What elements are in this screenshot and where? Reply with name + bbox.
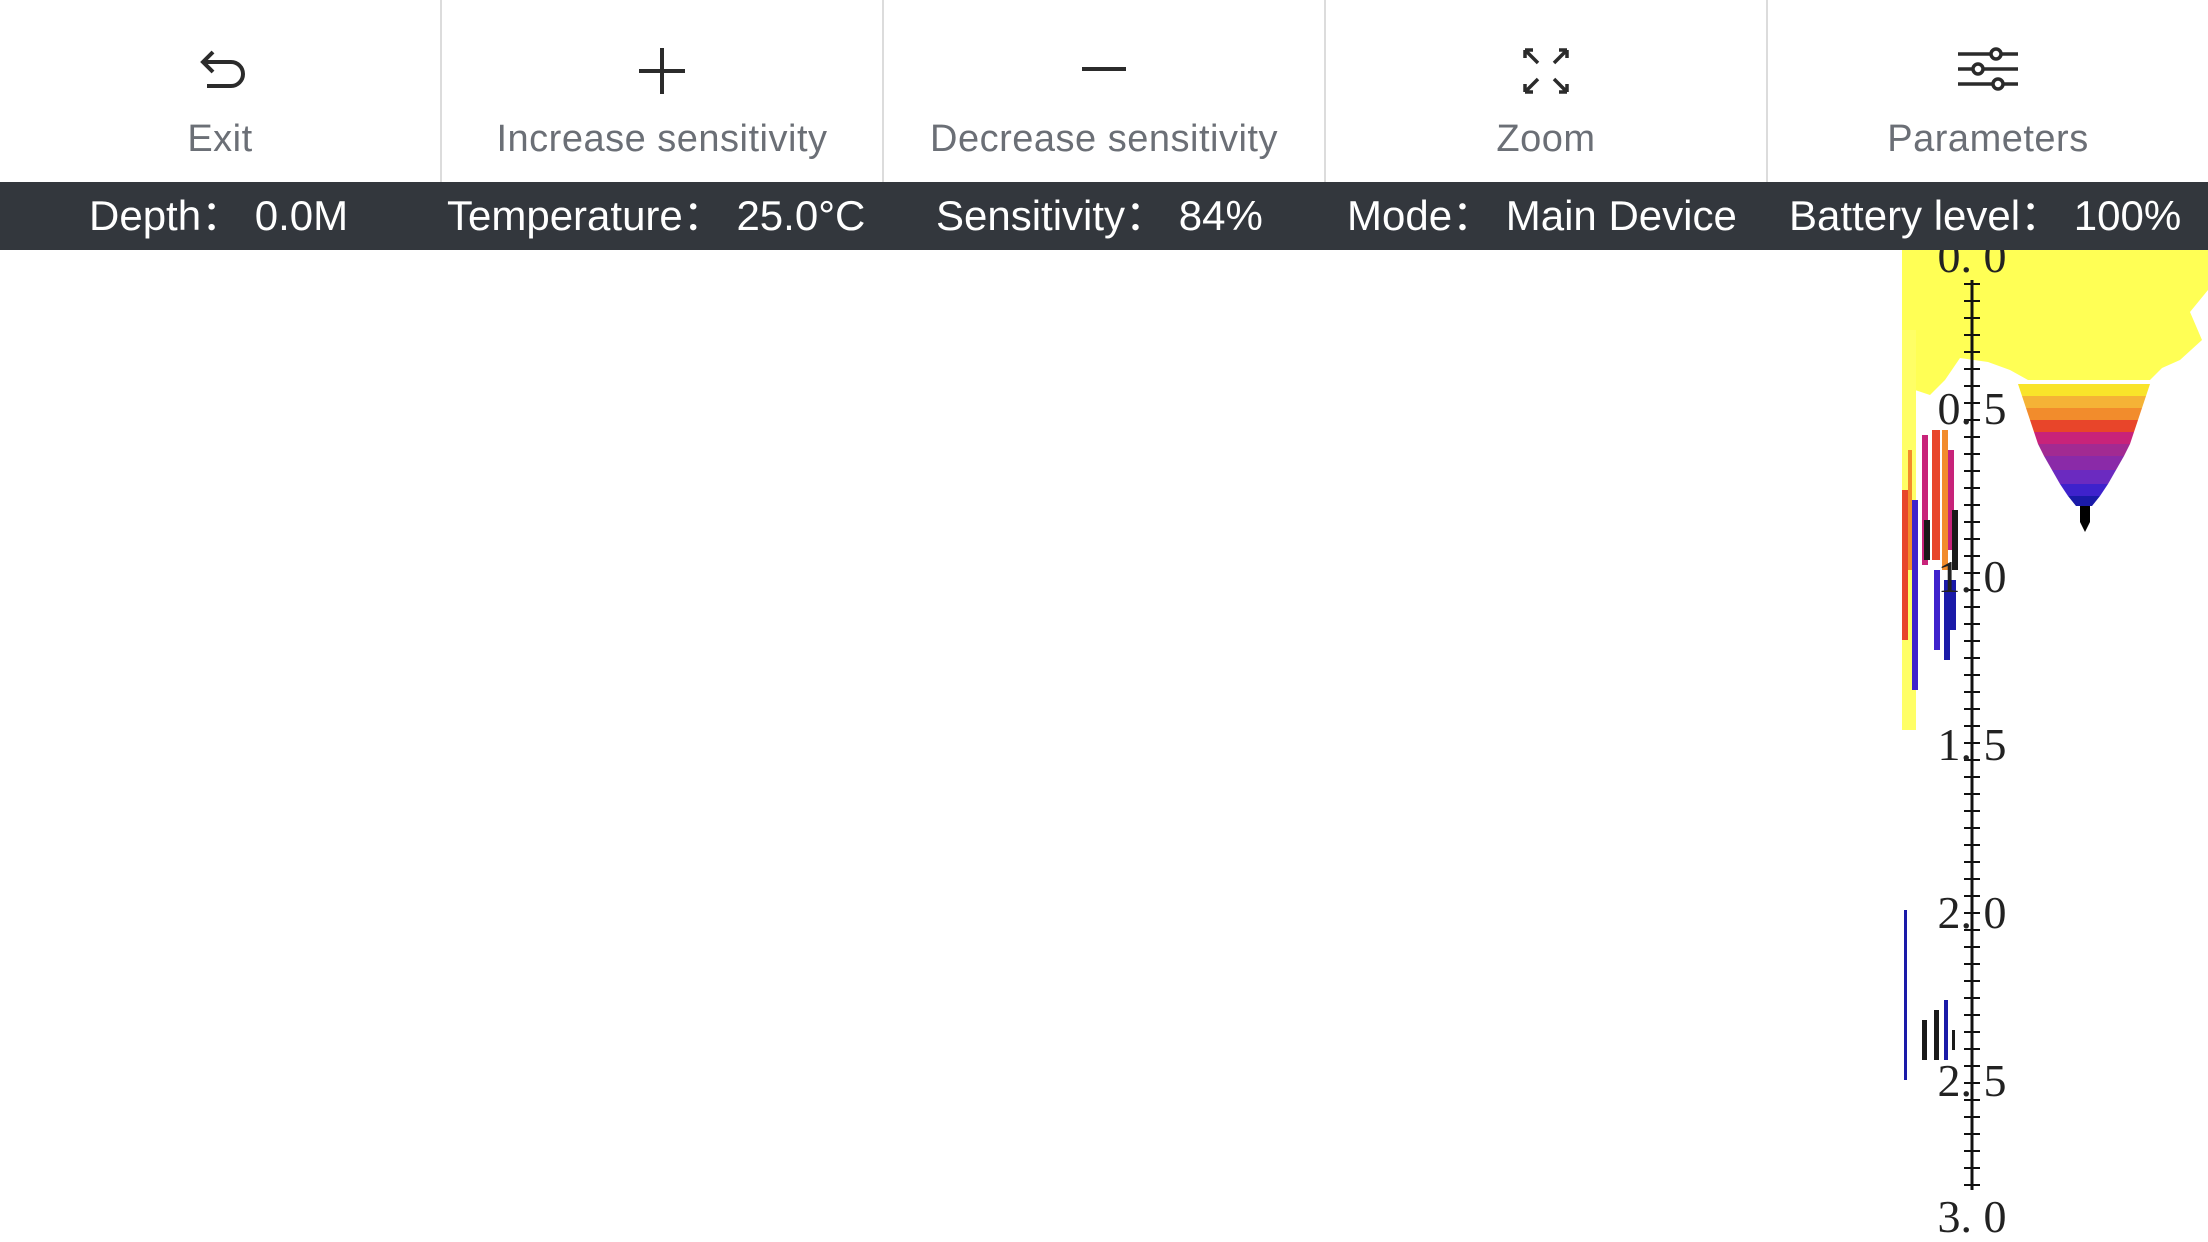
depth-tick-label: 3. 0: [1938, 1191, 2007, 1242]
mode-value: Main Device: [1505, 192, 1737, 239]
depth-label: Depth：: [89, 192, 244, 239]
sliders-icon: [1958, 47, 2018, 91]
decrease-sensitivity-label: Decrease sensitivity: [930, 118, 1278, 160]
scan-plot: 0. 0 0. 5 1. 0 1. 5 2. 0 2. 5 3. 0: [1902, 250, 2208, 1242]
depth-tick-label: 0. 5: [1938, 383, 2007, 434]
depth-tick-label: 2. 0: [1938, 887, 2007, 938]
depth-tick-label: 0. 0: [1938, 250, 2007, 282]
minus-icon: [1082, 67, 1126, 71]
depth-readout: Depth： 0.0M: [89, 182, 348, 250]
mode-label: Mode：: [1347, 192, 1495, 239]
increase-sensitivity-button[interactable]: Increase sensitivity: [442, 0, 884, 182]
decrease-sensitivity-button[interactable]: Decrease sensitivity: [884, 0, 1326, 182]
sensitivity-label: Sensitivity：: [936, 192, 1168, 239]
mode-readout: Mode： Main Device: [1347, 182, 1737, 250]
exit-button[interactable]: Exit: [0, 0, 442, 182]
depth-tick-label: 2. 5: [1938, 1055, 2007, 1106]
expand-arrows-icon: [1523, 48, 1569, 94]
temperature-readout: Temperature： 25.0°C: [447, 182, 865, 250]
sensitivity-readout: Sensitivity： 84%: [936, 182, 1263, 250]
temperature-value: 25.0°C: [736, 192, 866, 239]
temperature-label: Temperature：: [447, 192, 725, 239]
exit-label: Exit: [187, 118, 253, 160]
parameters-button[interactable]: Parameters: [1768, 0, 2208, 182]
depth-value: 0.0M: [254, 192, 349, 239]
depth-tick-label: 1. 0: [1938, 551, 2007, 602]
battery-label: Battery level：: [1789, 192, 2063, 239]
status-bar: Depth： 0.0M Temperature： 25.0°C Sensitiv…: [0, 182, 2208, 250]
sensitivity-value: 84%: [1178, 192, 1263, 239]
parameters-label: Parameters: [1887, 118, 2089, 160]
depth-axis: 0. 0 0. 5 1. 0 1. 5 2. 0 2. 5 3. 0: [1938, 250, 2007, 1242]
zoom-label: Zoom: [1496, 118, 1596, 160]
signal-cone: [2018, 384, 2150, 532]
battery-readout: Battery level： 100%: [1789, 182, 2181, 250]
toolbar: Exit Increase sensitivity Decrease sensi…: [0, 0, 2208, 182]
zoom-button[interactable]: Zoom: [1326, 0, 1768, 182]
plus-icon: [639, 48, 685, 94]
undo-arrow-icon: [200, 50, 245, 88]
depth-tick-label: 1. 5: [1938, 719, 2007, 770]
depth-axis-labels: 0. 0 0. 5 1. 0 1. 5 2. 0 2. 5 3. 0: [1938, 250, 2007, 1242]
battery-value: 100%: [2073, 192, 2182, 239]
scan-canvas[interactable]: 0. 0 0. 5 1. 0 1. 5 2. 0 2. 5 3. 0: [0, 250, 2208, 1242]
increase-sensitivity-label: Increase sensitivity: [496, 118, 828, 160]
